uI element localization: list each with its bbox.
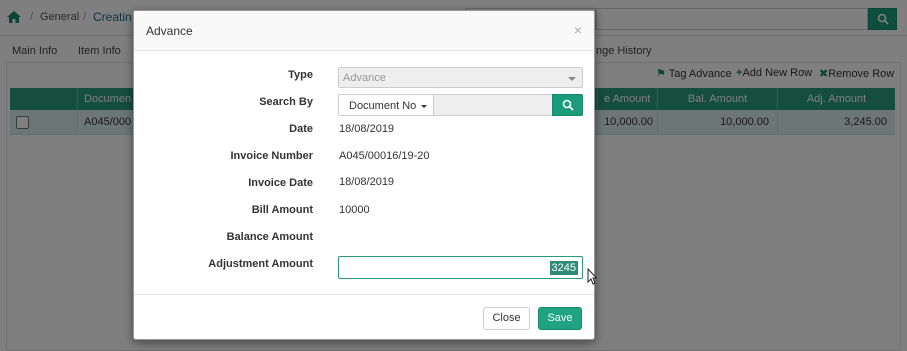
save-button[interactable]: Save bbox=[538, 307, 582, 330]
modal-header: Advance × bbox=[134, 11, 594, 51]
close-button[interactable]: Close bbox=[483, 307, 530, 330]
mouse-cursor-icon bbox=[587, 268, 597, 285]
modal-footer: Close Save bbox=[134, 294, 594, 340]
search-by-label: Search By bbox=[259, 96, 313, 108]
modal-title: Advance bbox=[146, 24, 193, 38]
search-by-group: Document No bbox=[338, 94, 583, 116]
caret-down-icon bbox=[421, 105, 427, 108]
invoice-date-value: 18/08/2019 bbox=[339, 176, 395, 188]
type-select-value: Advance bbox=[343, 72, 386, 84]
search-by-button[interactable] bbox=[552, 94, 583, 116]
invoice-date-label: Invoice Date bbox=[248, 177, 313, 189]
chevron-down-icon bbox=[568, 77, 576, 81]
search-by-dropdown[interactable]: Document No bbox=[338, 94, 434, 116]
type-select[interactable]: Advance bbox=[338, 67, 583, 88]
bill-amount-value: 10000 bbox=[339, 204, 370, 216]
advance-modal: Advance × Type Advance Search By Documen… bbox=[133, 10, 595, 340]
balance-amount-label: Balance Amount bbox=[226, 231, 313, 243]
date-label: Date bbox=[289, 123, 313, 135]
invoice-number-value: A045/00016/19-20 bbox=[339, 150, 430, 162]
adjustment-amount-input[interactable]: 3245 bbox=[338, 256, 583, 279]
close-icon[interactable]: × bbox=[574, 22, 582, 38]
adjustment-amount-value: 3245 bbox=[549, 261, 578, 275]
search-by-option: Document No bbox=[349, 100, 417, 112]
invoice-number-label: Invoice Number bbox=[230, 150, 313, 162]
adjustment-amount-label: Adjustment Amount bbox=[208, 258, 313, 270]
date-value: 18/08/2019 bbox=[339, 123, 395, 135]
search-by-input[interactable] bbox=[433, 94, 553, 116]
type-label: Type bbox=[288, 69, 313, 81]
search-icon bbox=[562, 99, 574, 111]
bill-amount-label: Bill Amount bbox=[251, 204, 313, 216]
